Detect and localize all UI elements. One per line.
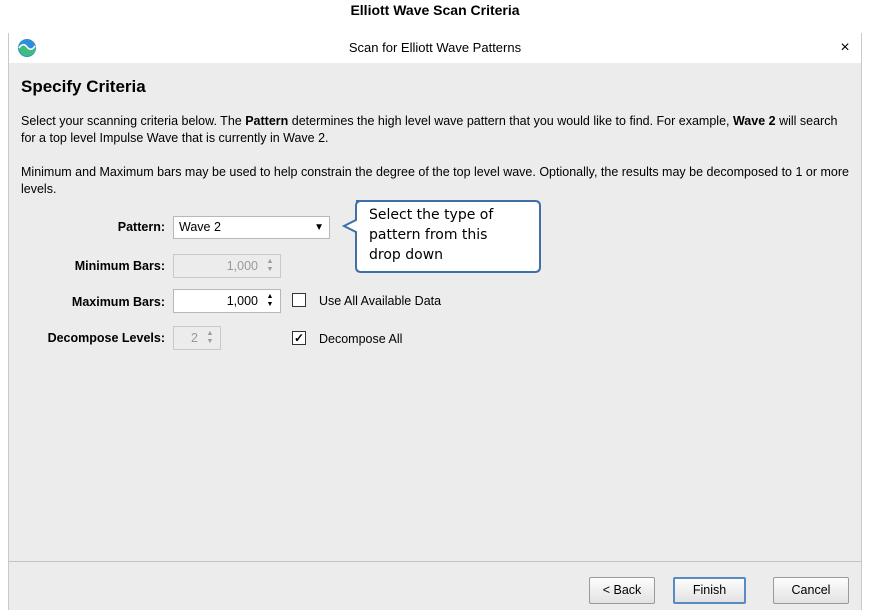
- wave2-emphasis: Wave 2: [732, 114, 776, 128]
- use-all-data-checkbox[interactable]: [292, 293, 306, 307]
- min-bars-value: 1,000: [226, 259, 258, 273]
- pattern-label: Pattern:: [117, 220, 165, 234]
- callout-line: Select the type of: [369, 207, 494, 223]
- back-button[interactable]: < Back: [589, 577, 655, 604]
- max-bars-label: Maximum Bars:: [71, 295, 165, 309]
- decompose-all-checkbox[interactable]: ✓: [292, 331, 306, 345]
- description-text: determines the high level wave pattern t…: [288, 114, 733, 128]
- decompose-levels-stepper: 2 ▲ ▼: [173, 326, 221, 350]
- max-bars-stepper[interactable]: 1,000 ▲ ▼: [173, 289, 281, 313]
- dropdown-arrow-icon: ▼: [314, 222, 324, 233]
- description-paragraph-1: Select your scanning criteria below. The…: [21, 113, 851, 147]
- max-bars-value: 1,000: [226, 294, 258, 308]
- stepper-arrows-icon: ▲ ▼: [266, 258, 274, 273]
- window-title: Scan for Elliott Wave Patterns: [348, 40, 522, 55]
- figure-caption: Elliott Wave Scan Criteria: [350, 2, 520, 18]
- description-paragraph-2: Minimum and Maximum bars may be used to …: [21, 165, 849, 196]
- finish-button[interactable]: Finish: [673, 577, 746, 604]
- footer-divider: [9, 561, 861, 562]
- title-bar: Scan for Elliott Wave Patterns ×: [9, 33, 861, 63]
- decompose-levels-label: Decompose Levels:: [47, 331, 165, 345]
- cancel-button[interactable]: Cancel: [773, 577, 849, 604]
- min-bars-label: Minimum Bars:: [74, 259, 165, 273]
- min-bars-stepper: 1,000 ▲ ▼: [173, 254, 281, 278]
- dialog-window: Scan for Elliott Wave Patterns × Specify…: [8, 33, 862, 610]
- description-text: Select your scanning criteria below. The: [21, 114, 246, 128]
- decompose-levels-value: 2: [191, 331, 198, 345]
- stepper-arrows-icon: ▲ ▼: [206, 330, 214, 345]
- stepper-arrows-icon[interactable]: ▲ ▼: [265, 293, 275, 309]
- decompose-all-label: Decompose All: [319, 332, 403, 346]
- use-all-data-label: Use All Available Data: [319, 294, 442, 308]
- callout-line: drop down: [369, 247, 444, 263]
- callout-line: pattern from this: [369, 227, 488, 243]
- close-icon[interactable]: ×: [835, 36, 855, 60]
- pattern-value: Wave 2: [179, 220, 221, 234]
- page-title: Specify Criteria: [21, 77, 146, 96]
- pattern-dropdown[interactable]: Wave 2 ▼: [173, 216, 330, 239]
- pattern-emphasis: Pattern: [245, 114, 289, 128]
- callout-text: Select the type of pattern from this dro…: [369, 205, 549, 265]
